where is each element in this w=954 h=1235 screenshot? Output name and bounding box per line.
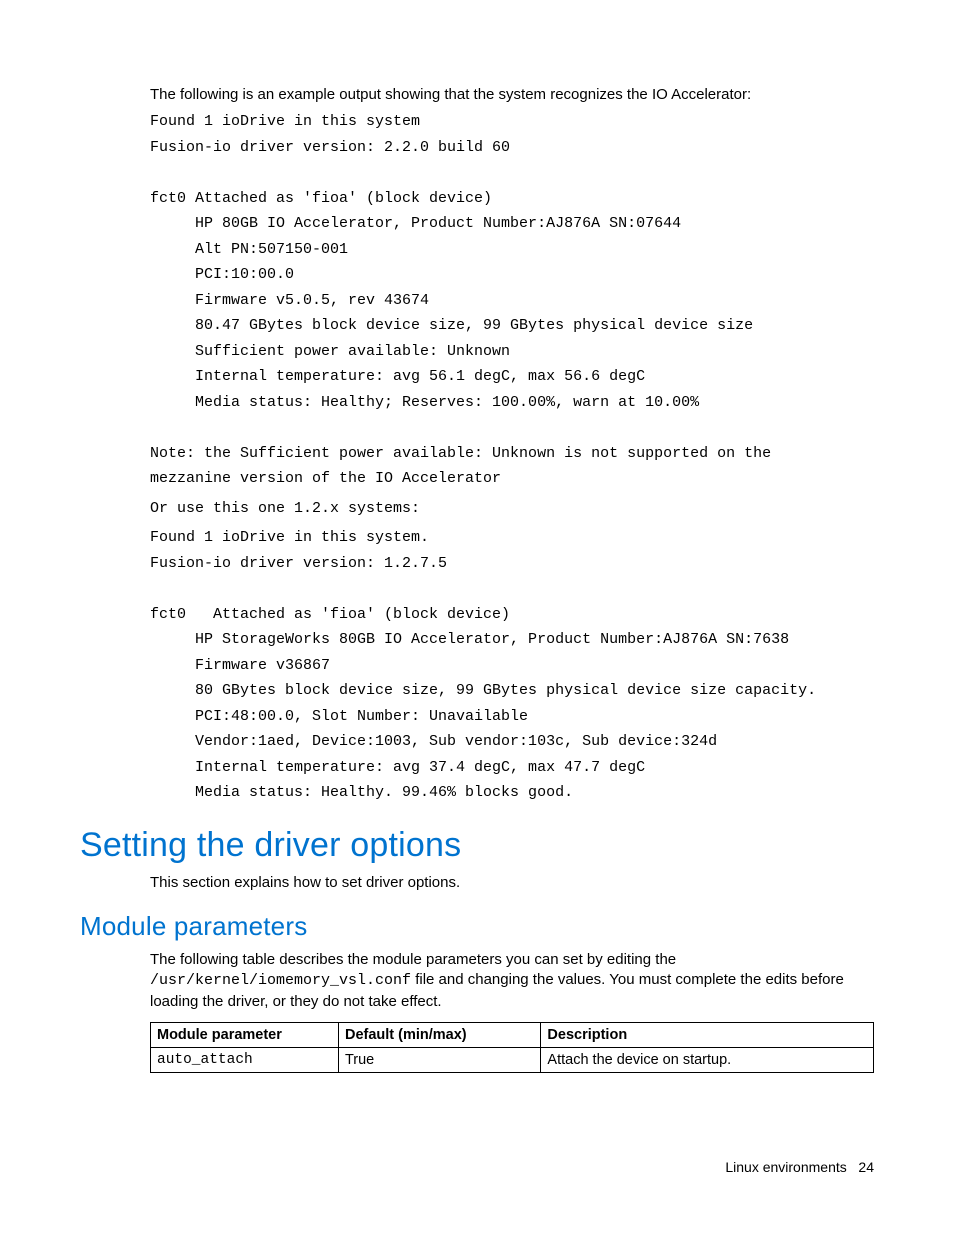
footer-section: Linux environments — [725, 1159, 846, 1175]
module-params-desc: The following table describes the module… — [150, 950, 874, 1012]
or-line: Or use this one 1.2.x systems: — [150, 496, 874, 522]
heading-module-parameters: Module parameters — [80, 911, 874, 942]
conf-file-path: /usr/kernel/iomemory_vsl.conf — [150, 972, 411, 989]
heading-setting-driver-options: Setting the driver options — [80, 826, 874, 865]
intro-text: The following is an example output showi… — [150, 85, 874, 105]
col-module-parameter: Module parameter — [151, 1022, 339, 1047]
code-block-2: Found 1 ioDrive in this system. Fusion-i… — [150, 525, 874, 806]
module-params-table: Module parameter Default (min/max) Descr… — [150, 1022, 874, 1073]
col-description: Description — [541, 1022, 874, 1047]
cell-param: auto_attach — [151, 1047, 339, 1072]
section-intro: This section explains how to set driver … — [150, 873, 874, 893]
code-block-1: Found 1 ioDrive in this system Fusion-io… — [150, 109, 874, 492]
page-footer: Linux environments 24 — [725, 1159, 874, 1175]
col-default: Default (min/max) — [338, 1022, 540, 1047]
table-row: auto_attach True Attach the device on st… — [151, 1047, 874, 1072]
cell-default: True — [338, 1047, 540, 1072]
table-header-row: Module parameter Default (min/max) Descr… — [151, 1022, 874, 1047]
desc-pre: The following table describes the module… — [150, 951, 676, 968]
footer-page-number: 24 — [858, 1159, 874, 1175]
cell-desc: Attach the device on startup. — [541, 1047, 874, 1072]
